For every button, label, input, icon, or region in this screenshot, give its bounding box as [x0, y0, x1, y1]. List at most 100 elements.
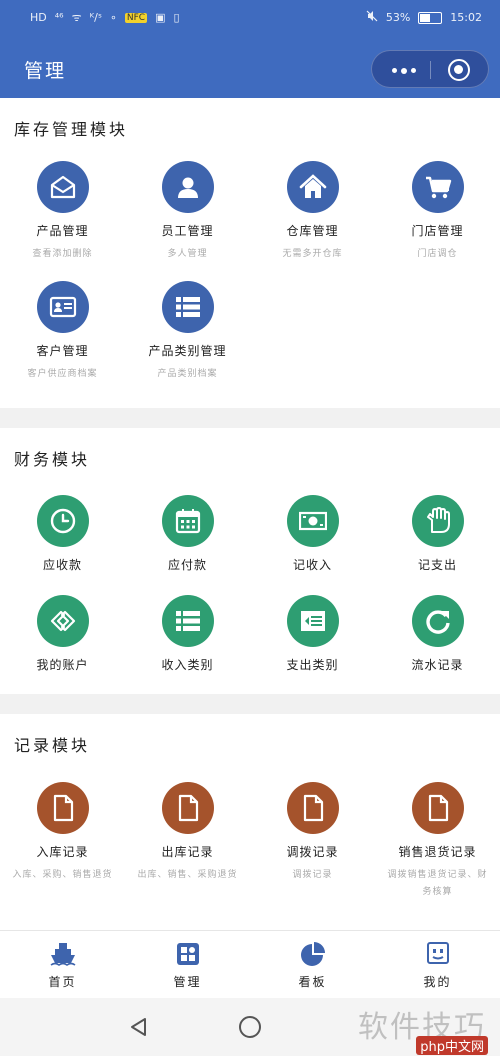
tab-label: 管理 [173, 975, 202, 989]
item-subtitle: 无需多开仓库 [282, 249, 343, 259]
clock-time: 15:02 [450, 11, 482, 24]
sim-icon: ▯ [173, 11, 180, 24]
house-icon [286, 161, 339, 213]
item-subtitle: 门店调仓 [417, 249, 458, 259]
tab-dashboard[interactable]: 看板 [250, 931, 375, 998]
signal-icon: ⁴⁶ [54, 11, 64, 24]
item-subtitle: 产品类别档案 [157, 369, 218, 379]
user-icon [161, 161, 214, 213]
item-subtitle: 调拨销售退货记录、财务核算 [387, 870, 488, 897]
grid-item-warehouse-management[interactable]: 仓库管理 无需多开仓库 [250, 161, 375, 263]
page-title: 管理 [24, 60, 67, 82]
grid-icon [175, 941, 201, 967]
item-label: 应收款 [42, 558, 82, 572]
item-label: 产品管理 [36, 224, 89, 238]
wifi-icon: ᯤ [71, 11, 82, 24]
section-title: 记录模块 [14, 736, 91, 755]
grid-item-customer-management[interactable]: 客户管理 客户供应商档案 [0, 281, 125, 383]
clock-icon [36, 495, 89, 547]
tab-mine[interactable]: 我的 [375, 931, 500, 998]
dot-icon: ∘ [109, 11, 117, 24]
item-label: 应付款 [167, 558, 207, 572]
item-label: 出库记录 [161, 845, 214, 859]
item-label: 客户管理 [36, 344, 89, 358]
grid-item-inbound-records[interactable]: 入库记录 入库、采购、销售退货 [0, 782, 125, 901]
grid-item-outbound-records[interactable]: 出库记录 出库、销售、采购退货 [125, 782, 250, 901]
document-icon [411, 782, 464, 834]
grid-item-transfer-records[interactable]: 调拨记录 调拨记录 [250, 782, 375, 901]
item-subtitle: 查看添加删除 [32, 249, 93, 259]
item-label: 我的账户 [36, 658, 89, 672]
tab-home[interactable]: 首页 [0, 931, 125, 998]
mute-icon [366, 10, 378, 25]
hand-icon [411, 495, 464, 547]
grid-item-transaction-records[interactable]: 流水记录 [375, 595, 500, 673]
face-icon [425, 941, 451, 967]
grid-item-record-income[interactable]: 记收入 [250, 495, 375, 573]
home-circle-icon[interactable] [238, 1015, 262, 1043]
item-subtitle: 出库、销售、采购退货 [137, 870, 238, 880]
grid-item-receivables[interactable]: 应收款 [0, 495, 125, 573]
pie-chart-icon [300, 941, 326, 967]
records-grid: 入库记录 入库、采购、销售退货 出库记录 出库、销售、采购退货 调拨记录 调拨记… [0, 782, 500, 901]
inventory-module-section: 库存管理模块 产品管理 查看添加删除 员工管理 多人管理 仓库管理 无需多开仓库 [0, 98, 500, 408]
mini-program-capsule [371, 50, 489, 88]
item-label: 仓库管理 [286, 224, 339, 238]
status-bar: HD ⁴⁶ ᯤ ᴷ/ˢ ∘ NFC ▣ ▯ 53% 15:02 [0, 0, 500, 36]
tab-label: 首页 [48, 975, 77, 989]
money-icon [286, 495, 339, 547]
document-icon [161, 782, 214, 834]
section-title: 库存管理模块 [14, 120, 129, 139]
item-label: 员工管理 [161, 224, 214, 238]
back-triangle-icon[interactable] [128, 1016, 150, 1042]
records-module-section: 记录模块 入库记录 入库、采购、销售退货 出库记录 出库、销售、采购退货 调拨记… [0, 714, 500, 930]
capsule-divider [430, 61, 431, 79]
cart-icon [411, 161, 464, 213]
bottom-tab-bar: 首页 管理 看板 我的 [0, 930, 500, 998]
item-subtitle: 调拨记录 [292, 870, 333, 880]
more-icon[interactable] [392, 67, 416, 74]
item-label: 流水记录 [411, 658, 464, 672]
ship-icon [50, 941, 76, 967]
notification-icon: ▣ [155, 11, 166, 24]
battery-icon [418, 11, 443, 24]
hd-indicator: HD [30, 11, 47, 24]
id-card-icon [36, 281, 89, 333]
finance-grid: 应收款 应付款 记收入 记支出 我的账户 收入类别 支出类别 流水记录 [0, 495, 500, 673]
document-icon [36, 782, 89, 834]
grid-item-record-expense[interactable]: 记支出 [375, 495, 500, 573]
nav-bar: 管理 [0, 36, 500, 98]
grid-item-sales-return-records[interactable]: 销售退货记录 调拨销售退货记录、财务核算 [375, 782, 500, 901]
item-subtitle: 多人管理 [167, 249, 208, 259]
grid-item-staff-management[interactable]: 员工管理 多人管理 [125, 161, 250, 263]
status-right-icons: 53% 15:02 [366, 10, 482, 25]
grid-item-product-management[interactable]: 产品管理 查看添加删除 [0, 161, 125, 263]
list-icon [161, 281, 214, 333]
item-label: 支出类别 [286, 658, 339, 672]
document-icon [286, 782, 339, 834]
grid-item-product-category-management[interactable]: 产品类别管理 产品类别档案 [125, 281, 250, 383]
grid-item-income-categories[interactable]: 收入类别 [125, 595, 250, 673]
item-subtitle: 客户供应商档案 [27, 369, 98, 379]
grid-item-payables[interactable]: 应付款 [125, 495, 250, 573]
item-label: 产品类别管理 [148, 344, 227, 358]
nfc-icon: NFC [124, 12, 148, 23]
grid-item-my-accounts[interactable]: 我的账户 [0, 595, 125, 673]
refresh-icon [411, 595, 464, 647]
outdent-icon [286, 595, 339, 647]
close-target-icon[interactable] [448, 59, 470, 81]
watermark-badge: php中文网 [416, 1036, 488, 1055]
grid-item-expense-categories[interactable]: 支出类别 [250, 595, 375, 673]
item-label: 销售退货记录 [398, 845, 477, 859]
speed-indicator: ᴷ/ˢ [89, 11, 102, 24]
item-label: 记收入 [292, 558, 332, 572]
tab-label: 看板 [298, 975, 327, 989]
finance-module-section: 财务模块 应收款 应付款 记收入 记支出 我的账户 收入类别 支出类别 流水记录 [0, 428, 500, 694]
battery-level [420, 13, 430, 22]
grid-item-store-management[interactable]: 门店管理 门店调仓 [375, 161, 500, 263]
inventory-grid: 产品管理 查看添加删除 员工管理 多人管理 仓库管理 无需多开仓库 门店管理 门… [0, 161, 500, 383]
item-label: 入库记录 [36, 845, 89, 859]
tab-manage[interactable]: 管理 [125, 931, 250, 998]
section-title: 财务模块 [14, 450, 91, 469]
list-icon [161, 595, 214, 647]
